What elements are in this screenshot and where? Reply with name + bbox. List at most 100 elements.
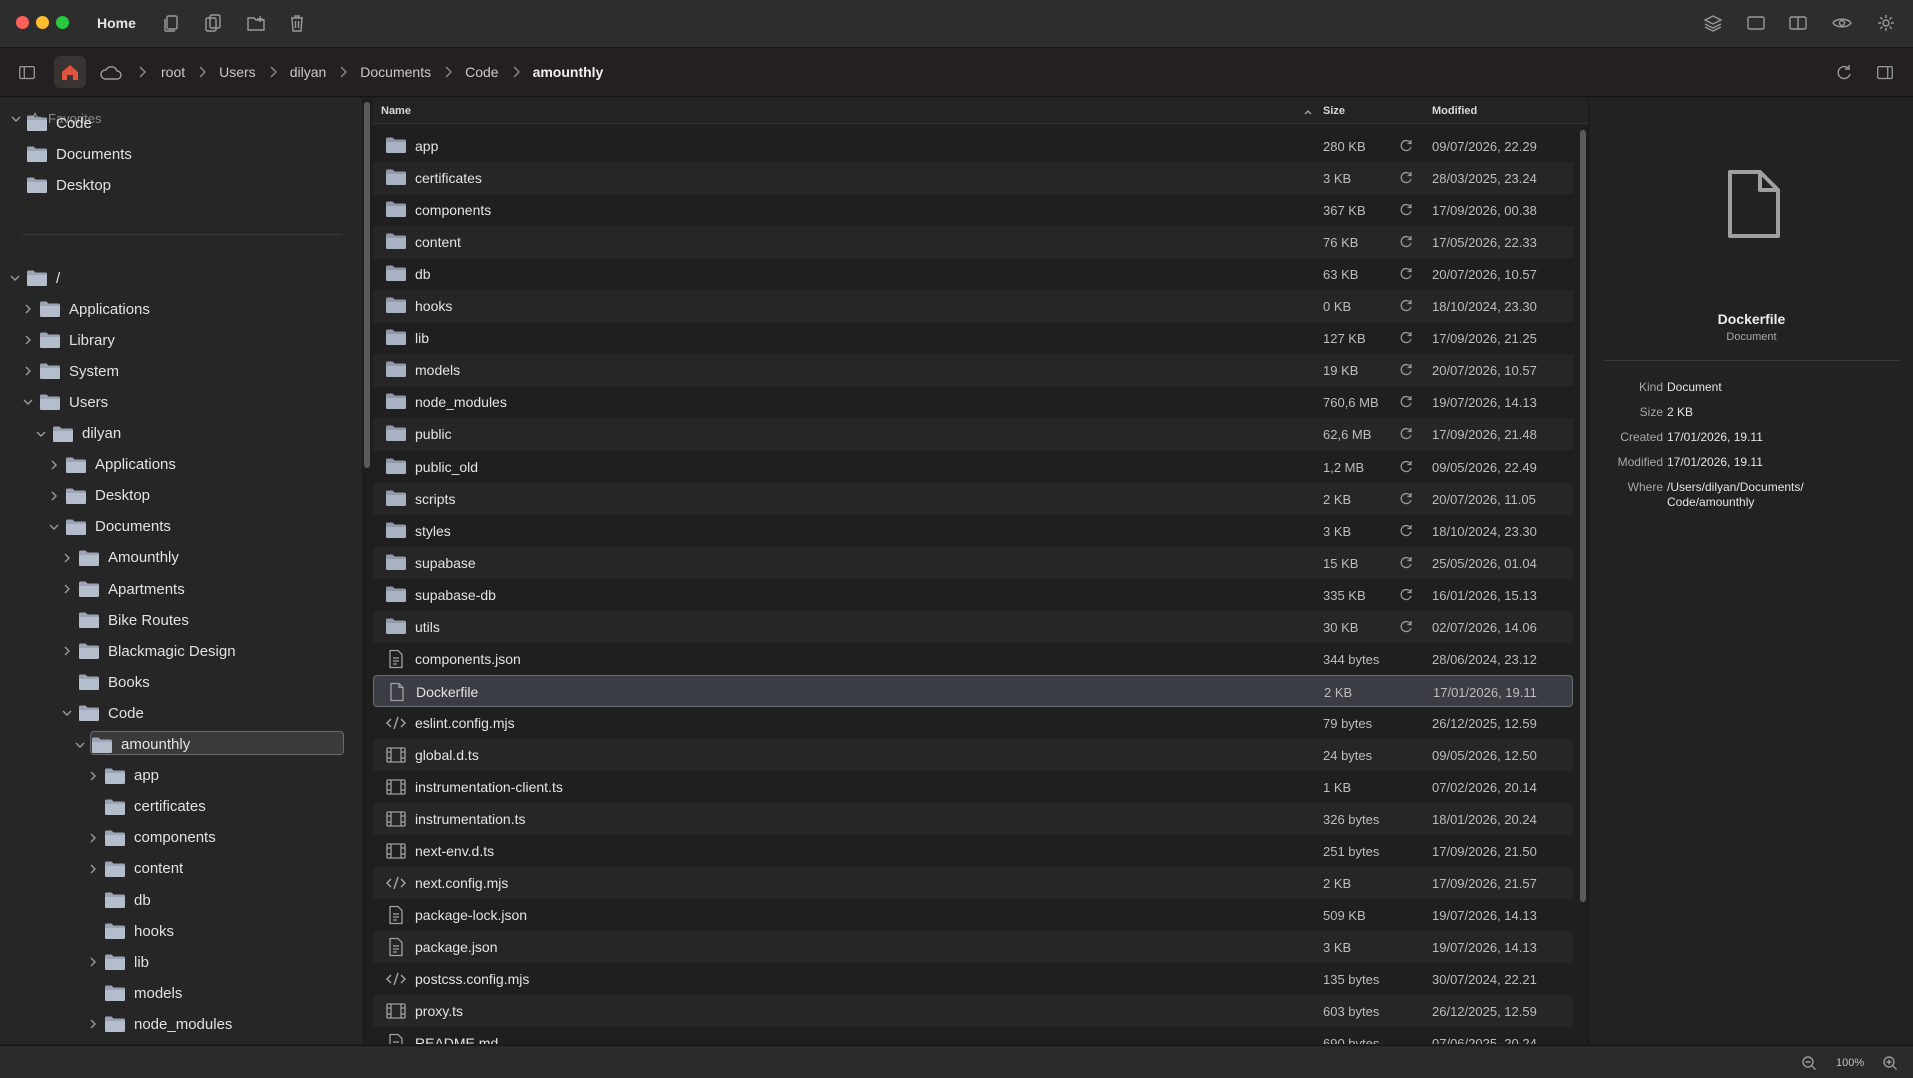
eye-icon[interactable]: [1831, 12, 1853, 34]
home-button[interactable]: [54, 56, 86, 88]
file-row[interactable]: certificates 3 KB 28/03/2025, 23.24: [373, 162, 1573, 195]
calculate-size-icon[interactable]: [1398, 394, 1414, 410]
tree-item[interactable]: certificates: [86, 794, 206, 820]
tree-item[interactable]: lib: [86, 949, 149, 975]
chevron-down-icon[interactable]: [8, 271, 22, 285]
inspector-toggle-icon[interactable]: [1874, 63, 1896, 83]
file-row[interactable]: public_old 1,2 MB 09/05/2026, 22.49: [373, 451, 1573, 483]
tree-item[interactable]: Applications: [47, 452, 176, 478]
tree-item[interactable]: Books: [60, 669, 150, 695]
sidebar-toggle-icon[interactable]: [16, 63, 38, 83]
breadcrumb-users[interactable]: Users: [216, 64, 259, 80]
tree-item[interactable]: /: [8, 265, 60, 291]
calculate-size-icon[interactable]: [1398, 426, 1414, 442]
file-row[interactable]: lib 127 KB 17/09/2026, 21.25: [373, 322, 1573, 354]
file-list-scrollbar[interactable]: [1580, 130, 1586, 902]
tree-item[interactable]: components: [86, 825, 216, 851]
chevron-right-icon[interactable]: [21, 364, 35, 378]
new-folder-icon[interactable]: [245, 12, 267, 34]
calculate-size-icon[interactable]: [1398, 170, 1414, 186]
tree-item[interactable]: app: [86, 763, 159, 789]
favorite-item[interactable]: Desktop: [26, 172, 111, 198]
trash-icon[interactable]: [286, 12, 308, 34]
zoom-out-icon[interactable]: [1801, 1055, 1817, 1071]
calculate-size-icon[interactable]: [1398, 330, 1414, 346]
sidebar-scrollbar[interactable]: [364, 102, 370, 468]
chevron-down-icon[interactable]: [73, 738, 87, 752]
tree-item[interactable]: Users: [21, 389, 108, 415]
tree-item[interactable]: System: [21, 358, 119, 384]
chevron-down-icon[interactable]: [34, 427, 48, 441]
file-row[interactable]: instrumentation.ts 326 bytes 18/01/2026, 2…: [373, 803, 1573, 836]
tree-item[interactable]: Library: [21, 327, 115, 353]
tree-item[interactable]: node_modules: [86, 1011, 232, 1037]
breadcrumb-code[interactable]: Code: [462, 64, 501, 80]
maximize-window-button[interactable]: [56, 16, 69, 29]
chevron-right-icon[interactable]: [86, 1017, 100, 1031]
breadcrumb-dilyan[interactable]: dilyan: [287, 64, 330, 80]
tree-item[interactable]: Applications: [21, 296, 150, 322]
chevron-right-icon[interactable]: [47, 489, 61, 503]
gear-icon[interactable]: [1875, 12, 1897, 34]
chevron-right-icon[interactable]: [21, 302, 35, 316]
refresh-icon[interactable]: [1834, 63, 1854, 83]
tree-item[interactable]: Bike Routes: [60, 607, 189, 633]
file-row[interactable]: global.d.ts 24 bytes 09/05/2026, 12.50: [373, 738, 1573, 771]
chevron-right-icon[interactable]: [21, 333, 35, 347]
breadcrumb-root[interactable]: root: [158, 64, 188, 80]
tree-item[interactable]: db: [86, 887, 151, 913]
tree-item[interactable]: Blackmagic Design: [60, 638, 236, 664]
file-row[interactable]: supabase 15 KB 25/05/2026, 01.04: [373, 546, 1573, 579]
close-window-button[interactable]: [16, 16, 29, 29]
calculate-size-icon[interactable]: [1398, 138, 1414, 154]
favorite-item[interactable]: Code: [26, 110, 92, 136]
zoom-in-icon[interactable]: [1882, 1055, 1898, 1071]
file-row[interactable]: node_modules 760,6 MB 19/07/2026, 14.13: [373, 386, 1573, 418]
minimize-window-button[interactable]: [36, 16, 49, 29]
duplicate-icon[interactable]: [202, 12, 224, 34]
tree-item[interactable]: Documents: [47, 514, 171, 540]
tree-item[interactable]: models: [86, 980, 182, 1006]
chevron-down-icon[interactable]: [60, 706, 74, 720]
file-row[interactable]: Dockerfile 2 KB 17/01/2026, 19.11: [373, 674, 1573, 707]
calculate-size-icon[interactable]: [1398, 298, 1414, 314]
chevron-down-icon[interactable]: [21, 395, 35, 409]
chevron-right-icon[interactable]: [60, 644, 74, 658]
file-row[interactable]: scripts 2 KB 20/07/2026, 11.05: [373, 482, 1573, 515]
split-pane-icon[interactable]: [1787, 12, 1809, 34]
calculate-size-icon[interactable]: [1398, 266, 1414, 282]
chevron-right-icon[interactable]: [86, 955, 100, 969]
file-row[interactable]: public 62,6 MB 17/09/2026, 21.48: [373, 418, 1573, 451]
file-row[interactable]: app 280 KB 09/07/2026, 22.29: [373, 130, 1573, 162]
file-row[interactable]: utils 30 KB 02/07/2026, 14.06: [373, 610, 1573, 643]
chevron-down-icon[interactable]: [47, 520, 61, 534]
chevron-right-icon[interactable]: [86, 831, 100, 845]
column-header-modified[interactable]: Modified: [1432, 105, 1477, 117]
file-row[interactable]: db 63 KB 20/07/2026, 10.57: [373, 258, 1573, 290]
calculate-size-icon[interactable]: [1398, 362, 1414, 378]
chevron-right-icon[interactable]: [86, 769, 100, 783]
calculate-size-icon[interactable]: [1398, 202, 1414, 218]
file-row[interactable]: styles 3 KB 18/10/2024, 23.30: [373, 515, 1573, 547]
tree-item[interactable]: amounthly: [73, 732, 190, 758]
file-row[interactable]: eslint.config.mjs 79 bytes 26/12/2025, 12.…: [373, 707, 1573, 739]
tree-item[interactable]: Amounthly: [60, 545, 179, 571]
layers-icon[interactable]: [1702, 12, 1724, 34]
file-row[interactable]: package-lock.json 509 KB 19/07/2026, 14.13: [373, 899, 1573, 931]
calculate-size-icon[interactable]: [1398, 491, 1414, 507]
file-row[interactable]: components.json 344 bytes 28/06/2024, 23.1…: [373, 643, 1573, 675]
file-row[interactable]: content 76 KB 17/05/2026, 22.33: [373, 226, 1573, 259]
file-row[interactable]: hooks 0 KB 18/10/2024, 23.30: [373, 290, 1573, 323]
column-header-name[interactable]: Name: [381, 105, 411, 117]
calculate-size-icon[interactable]: [1398, 587, 1414, 603]
breadcrumb-amounthly[interactable]: amounthly: [530, 64, 607, 80]
tree-item[interactable]: Apartments: [60, 576, 185, 602]
file-row[interactable]: components 367 KB 17/09/2026, 00.38: [373, 194, 1573, 226]
calculate-size-icon[interactable]: [1398, 459, 1414, 475]
file-row[interactable]: postcss.config.mjs 135 bytes 30/07/2024, 2…: [373, 963, 1573, 995]
column-header-size[interactable]: Size: [1323, 105, 1345, 117]
calculate-size-icon[interactable]: [1398, 234, 1414, 250]
single-pane-icon[interactable]: [1745, 12, 1767, 34]
chevron-right-icon[interactable]: [60, 551, 74, 565]
calculate-size-icon[interactable]: [1398, 523, 1414, 539]
